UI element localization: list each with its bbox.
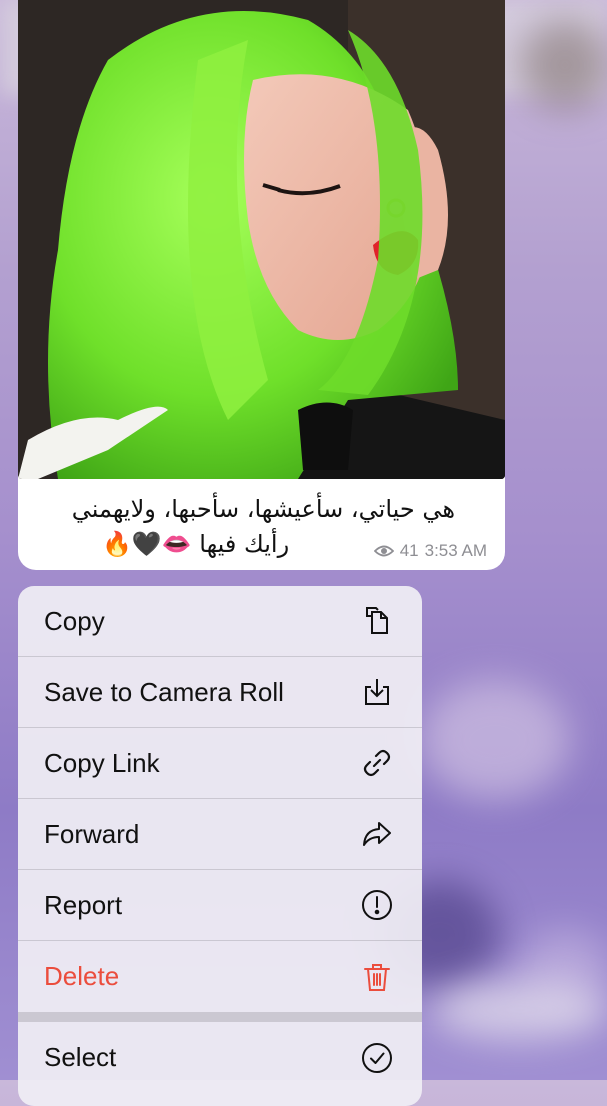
forward-arrow-icon	[360, 817, 394, 851]
background-blur	[420, 680, 570, 800]
message-photo[interactable]	[18, 0, 505, 479]
save-download-icon	[360, 675, 394, 709]
views-eye-icon	[373, 544, 394, 558]
menu-item-select[interactable]: Select	[18, 1022, 422, 1093]
exclamation-circle-icon	[360, 888, 394, 922]
views-count: 41	[399, 541, 419, 560]
background-blur	[520, 20, 607, 110]
menu-item-label: Report	[44, 889, 123, 920]
background-blur	[430, 980, 607, 1040]
menu-item-label: Copy	[44, 605, 105, 636]
photo-illustration	[18, 0, 505, 479]
copy-icon	[360, 604, 394, 638]
menu-item-label: Save to Camera Roll	[44, 676, 284, 707]
message-time: 3:53 AM	[424, 541, 487, 560]
message-caption-line2: رأيك فيها 👄🖤🔥	[102, 530, 290, 558]
menu-item-label: Delete	[44, 961, 120, 991]
menu-item-copy-link[interactable]: Copy Link	[18, 728, 422, 799]
menu-separator	[18, 1012, 422, 1022]
menu-item-label: Select	[44, 1042, 117, 1072]
link-icon	[360, 746, 394, 780]
checkmark-circle-icon	[360, 1041, 394, 1075]
menu-item-delete[interactable]: Delete	[18, 941, 422, 1012]
menu-item-save-to-camera-roll[interactable]: Save to Camera Roll	[18, 657, 422, 728]
menu-item-copy[interactable]: Copy	[18, 586, 422, 657]
menu-item-report[interactable]: Report	[18, 870, 422, 941]
menu-item-label: Forward	[44, 818, 140, 849]
message-bubble[interactable]: هي حياتي، سأعيشها، سأحبها، ولايهمني رأيك…	[18, 0, 505, 570]
message-caption-line1: هي حياتي، سأعيشها، سأحبها، ولايهمني	[71, 495, 455, 523]
trash-icon	[360, 960, 394, 994]
menu-item-label: Copy Link	[44, 747, 160, 778]
menu-item-forward[interactable]: Forward	[18, 799, 422, 870]
message-meta: 41 3:53 AM	[373, 541, 487, 561]
context-menu: Copy Save to Camera Roll Copy Link Forwa…	[18, 586, 422, 1106]
